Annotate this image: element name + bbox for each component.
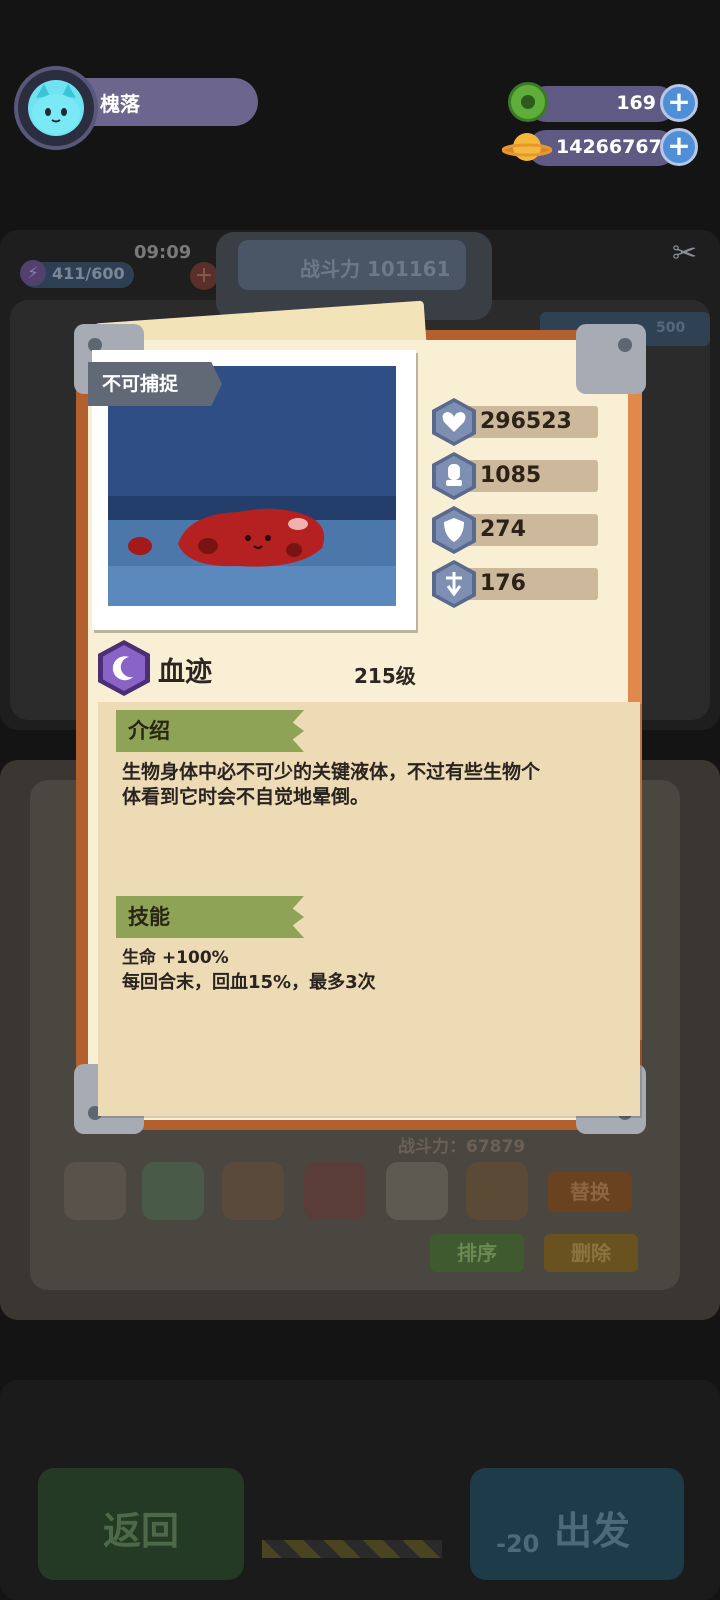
hp-value: 296523 [480,409,572,434]
corner-clip [576,324,646,394]
skill-line2: 每回合末，回血15%，最多3次 [122,972,376,993]
defense-value: 274 [480,517,526,542]
skill-line1: 生命 +100% [122,948,229,968]
monster-name: 血迹 [158,657,212,688]
attack-value: 1085 [480,463,542,488]
skill-section-title: 技能 [116,896,304,938]
intro-text-line1: 生物身体中必不可少的关键液体，不过有些生物个 [122,761,541,783]
monster-detail-modal: 不可捕捉 296523 1085 274 176 血迹 215级 介绍 生物身体… [0,0,720,1600]
monster-level: 215级 [354,664,416,688]
intro-text-line2: 体看到它时会不自觉地晕倒。 [122,786,370,808]
intro-section-title: 介绍 [116,710,304,752]
uncatchable-tag: 不可捕捉 [88,362,222,406]
speed-value: 176 [480,571,526,596]
